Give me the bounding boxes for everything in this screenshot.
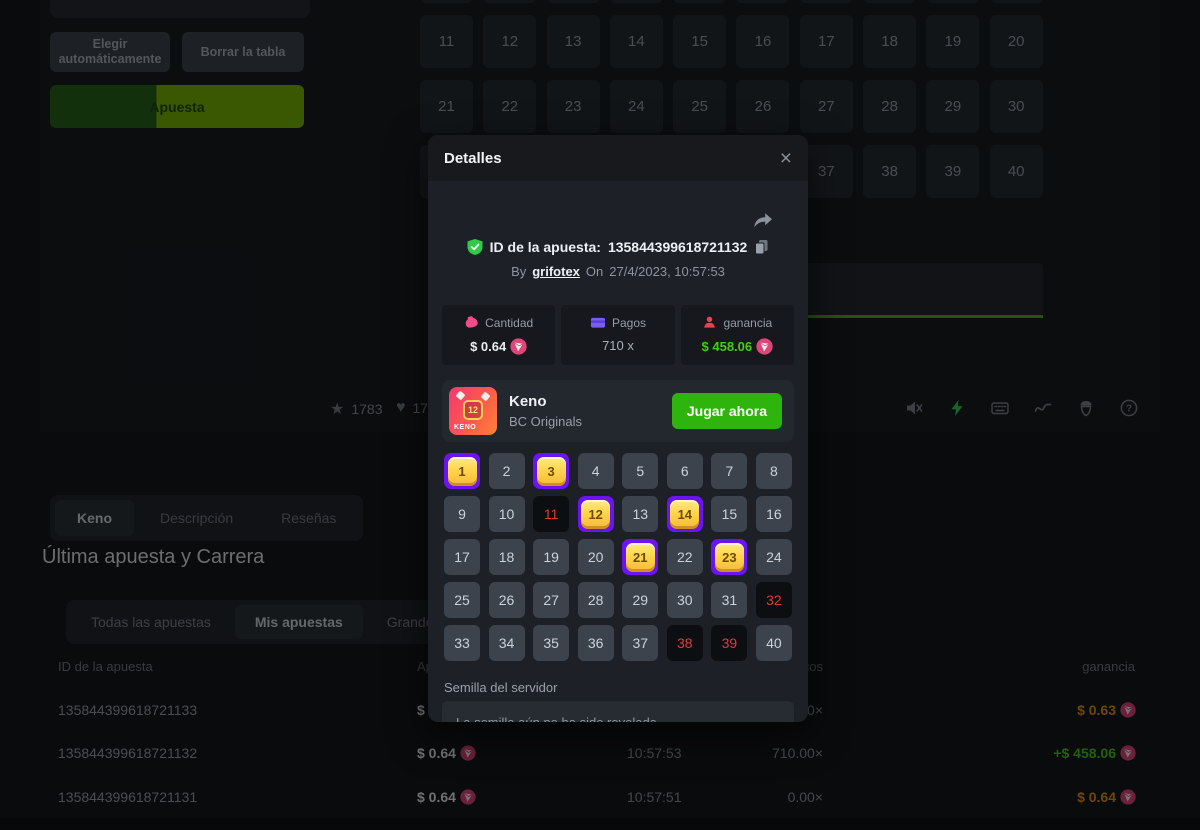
- stat-label: ganancia: [681, 315, 794, 330]
- gold-gem: 12: [581, 500, 610, 529]
- bet-details-modal: Detalles × ID de la apuesta: 13584439961…: [428, 135, 808, 722]
- result-cell: 35: [533, 625, 569, 661]
- result-cell: 19: [533, 539, 569, 575]
- result-cell: 8: [756, 453, 792, 489]
- result-cell: 10: [489, 496, 525, 532]
- result-cell-miss: 39: [711, 625, 747, 661]
- verified-shield-icon: [467, 239, 483, 255]
- result-cell: 5: [622, 453, 658, 489]
- bet-datetime: 27/4/2023, 10:57:53: [609, 264, 725, 279]
- result-cell-miss: 38: [667, 625, 703, 661]
- result-cell: 33: [444, 625, 480, 661]
- stat-value: 710 x: [561, 338, 674, 353]
- keno-page: Classic › Elegir automáticamente Borrar …: [0, 0, 1200, 830]
- game-card-text: Keno BC Originals: [509, 393, 582, 429]
- result-cell-miss: 32: [756, 582, 792, 618]
- keno-game-icon: 12 KENO: [449, 387, 497, 435]
- gold-gem: 3: [537, 457, 566, 486]
- game-provider: BC Originals: [509, 414, 582, 429]
- result-cell: 9: [444, 496, 480, 532]
- bet-id-label: ID de la apuesta:: [490, 239, 601, 255]
- wallet-icon: [590, 315, 606, 330]
- bet-meta-row: By grifotex On 27/4/2023, 10:57:53: [428, 264, 808, 279]
- result-cell: 36: [578, 625, 614, 661]
- stat-label-text: Cantidad: [485, 316, 533, 330]
- person-icon: [702, 315, 717, 330]
- result-cell: 27: [533, 582, 569, 618]
- modal-header: Detalles ×: [428, 135, 808, 181]
- result-cell: 13: [622, 496, 658, 532]
- trx-coin-icon: [510, 338, 527, 355]
- result-cell-hit: 1: [444, 453, 480, 489]
- stat-value-text: 710 x: [602, 338, 634, 353]
- username-link[interactable]: grifotex: [532, 264, 580, 279]
- stat-label: Pagos: [561, 315, 674, 330]
- result-cell: 22: [667, 539, 703, 575]
- result-cell: 30: [667, 582, 703, 618]
- result-cell: 40: [756, 625, 792, 661]
- trx-coin-icon: [756, 338, 773, 355]
- stat-label-text: Pagos: [612, 316, 646, 330]
- copy-icon[interactable]: [754, 239, 769, 255]
- gold-gem: 23: [715, 543, 744, 572]
- result-cell: 4: [578, 453, 614, 489]
- result-cell: 28: [578, 582, 614, 618]
- stat-value-text: $ 458.06: [702, 339, 753, 354]
- on-label: On: [586, 264, 603, 279]
- keno-tile-label: KENO: [454, 424, 476, 431]
- result-cell: 29: [622, 582, 658, 618]
- server-seed-label: Semilla del servidor: [444, 680, 557, 695]
- gold-gem: 1: [448, 457, 477, 486]
- stat-value: $ 458.06: [681, 338, 794, 355]
- stat-cantidad: Cantidad $ 0.64: [442, 305, 555, 365]
- result-cell: 37: [622, 625, 658, 661]
- result-cell: 16: [756, 496, 792, 532]
- result-cell: 15: [711, 496, 747, 532]
- keno-tile-number: 12: [463, 400, 483, 420]
- by-label: By: [511, 264, 526, 279]
- result-cell-hit: 21: [622, 539, 658, 575]
- game-card: 12 KENO Keno BC Originals Jugar ahora: [442, 380, 794, 442]
- result-cell: 20: [578, 539, 614, 575]
- gold-gem: 14: [670, 500, 699, 529]
- modal-title: Detalles: [444, 150, 502, 167]
- result-cell-hit: 3: [533, 453, 569, 489]
- result-cell: 18: [489, 539, 525, 575]
- share-icon[interactable]: [752, 211, 774, 231]
- stat-value-text: $ 0.64: [470, 339, 506, 354]
- play-now-button[interactable]: Jugar ahora: [672, 393, 782, 429]
- result-board: 1234567891011121314151617181920212223242…: [444, 453, 792, 661]
- money-bag-icon: [464, 315, 479, 330]
- result-cell: 25: [444, 582, 480, 618]
- stat-ganancia: ganancia $ 458.06: [681, 305, 794, 365]
- result-cell: 24: [756, 539, 792, 575]
- result-cell: 6: [667, 453, 703, 489]
- bet-stats: Cantidad $ 0.64 Pagos 710 x ganancia $ 458.06: [442, 305, 794, 365]
- result-cell: 34: [489, 625, 525, 661]
- result-cell: 7: [711, 453, 747, 489]
- game-name: Keno: [509, 393, 582, 410]
- stat-pagos: Pagos 710 x: [561, 305, 674, 365]
- stat-label-text: ganancia: [723, 316, 772, 330]
- bet-id-value: 135844399618721132: [608, 239, 747, 255]
- result-cell: 26: [489, 582, 525, 618]
- result-cell-miss: 11: [533, 496, 569, 532]
- result-cell-hit: 23: [711, 539, 747, 575]
- server-seed-field[interactable]: La semilla aún no ha sido revelada: [442, 701, 794, 722]
- result-cell: 31: [711, 582, 747, 618]
- close-icon[interactable]: ×: [780, 148, 792, 169]
- stat-value: $ 0.64: [442, 338, 555, 355]
- result-cell: 2: [489, 453, 525, 489]
- result-cell-hit: 14: [667, 496, 703, 532]
- result-cell: 17: [444, 539, 480, 575]
- stat-label: Cantidad: [442, 315, 555, 330]
- gold-gem: 21: [626, 543, 655, 572]
- result-cell-hit: 12: [578, 496, 614, 532]
- bet-id-row: ID de la apuesta: 135844399618721132: [428, 239, 808, 255]
